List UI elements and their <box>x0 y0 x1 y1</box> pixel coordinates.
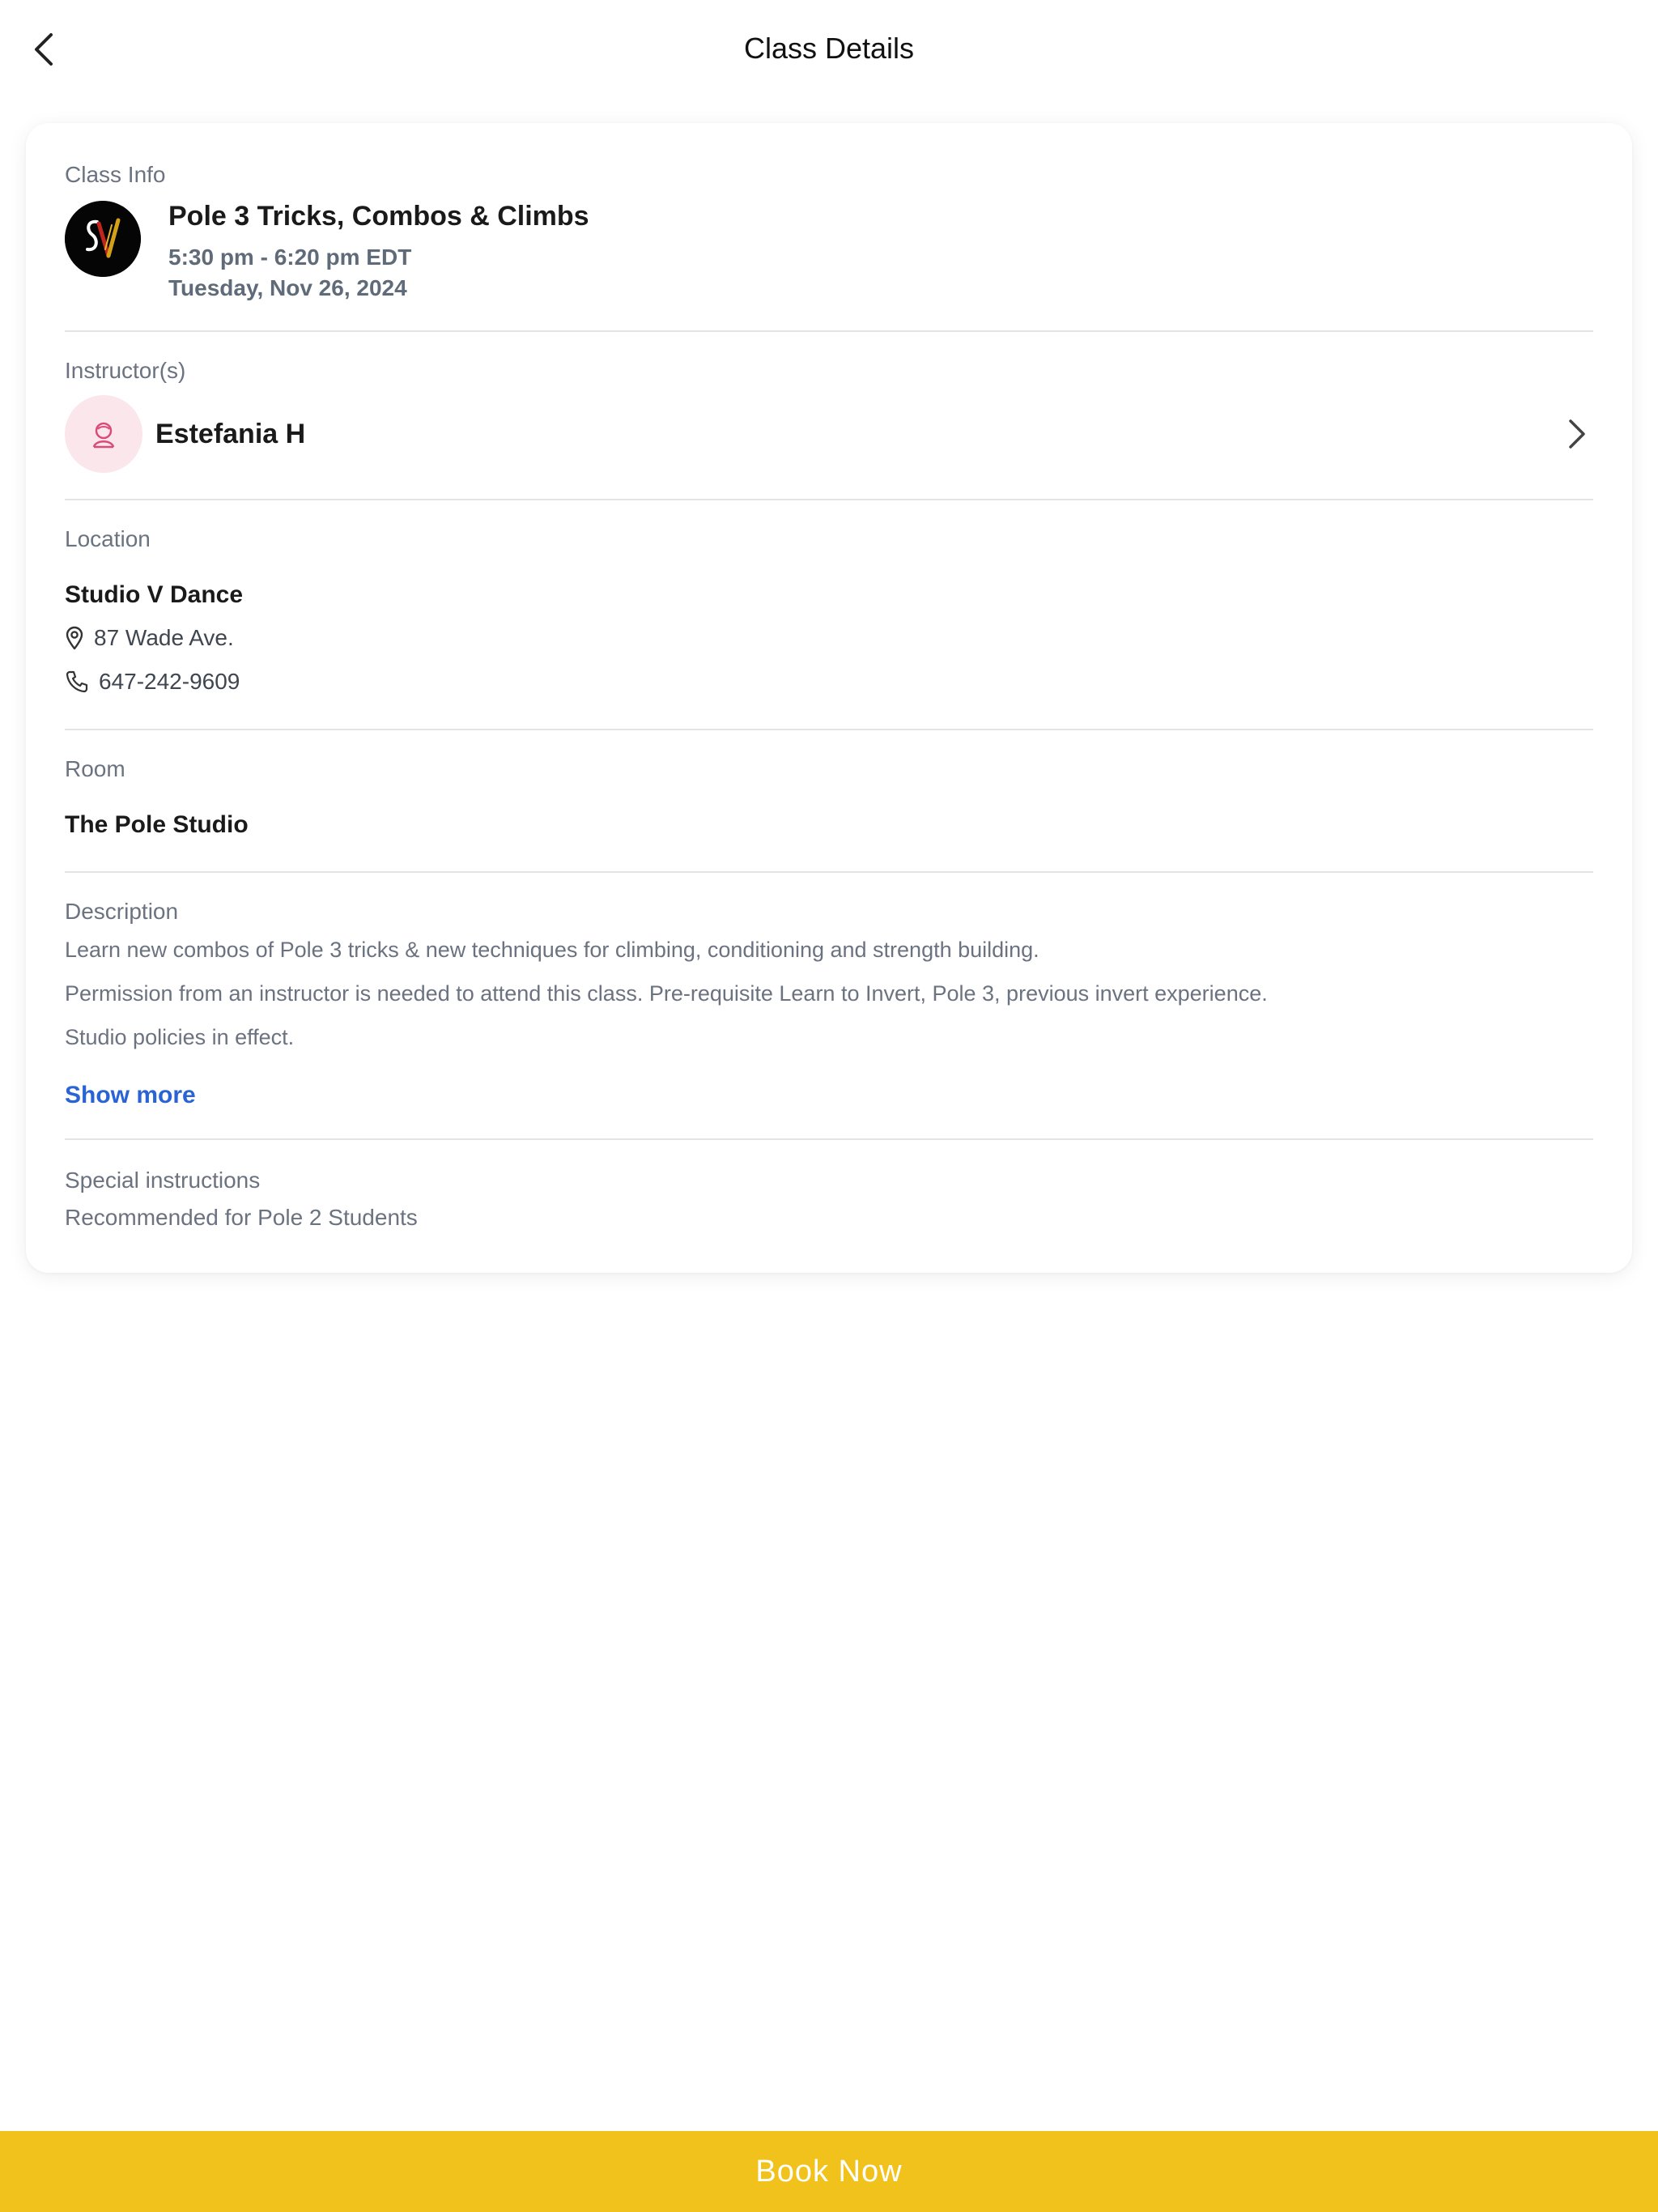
top-bar: Class Details <box>0 0 1658 97</box>
class-date: Tuesday, Nov 26, 2024 <box>168 275 407 300</box>
book-now-button[interactable]: Book Now <box>0 2131 1658 2212</box>
address-row[interactable]: 87 Wade Ave. <box>65 625 234 651</box>
location-name: Studio V Dance <box>65 581 244 608</box>
description-paragraph: Learn new combos of Pole 3 tricks & new … <box>65 938 1039 962</box>
class-time: 5:30 pm - 6:20 pm EDT <box>168 245 412 270</box>
room-name: The Pole Studio <box>65 811 249 838</box>
divider <box>65 871 1593 873</box>
chevron-right-icon <box>1561 418 1593 450</box>
show-more-link[interactable]: Show more <box>65 1082 196 1109</box>
divider <box>65 499 1593 500</box>
instructor-row[interactable]: Estefania H <box>65 395 1593 473</box>
divider <box>65 330 1593 332</box>
instructor-name: Estefania H <box>155 418 306 449</box>
class-info-label: Class Info <box>65 162 166 187</box>
class-details-card: Class Info Pole 3 Tricks, Combos & Climb… <box>26 123 1632 1273</box>
location-label: Location <box>65 526 151 551</box>
class-details-screen: Class Details Class Info Pole 3 Tricks, … <box>0 0 1658 2212</box>
chevron-left-icon <box>35 33 53 66</box>
phone-row[interactable]: 647-242-9609 <box>65 669 240 695</box>
instructor-label: Instructor(s) <box>65 358 186 383</box>
special-instructions-label: Special instructions <box>65 1168 261 1193</box>
person-icon <box>92 422 115 449</box>
location-phone: 647-242-9609 <box>99 669 240 694</box>
class-title: Pole 3 Tricks, Combos & Climbs <box>168 201 589 232</box>
description-label: Description <box>65 899 179 924</box>
divider <box>65 1138 1593 1140</box>
special-instructions-text: Recommended for Pole 2 Students <box>65 1205 418 1230</box>
location-address: 87 Wade Ave. <box>94 625 234 650</box>
description-paragraph: Permission from an instructor is needed … <box>65 981 1268 1006</box>
divider <box>65 729 1593 730</box>
room-label: Room <box>65 756 125 781</box>
avatar <box>65 395 142 473</box>
map-pin-icon <box>66 626 83 650</box>
page-title: Class Details <box>743 32 915 65</box>
studio-logo <box>65 201 141 277</box>
studio-logo-icon <box>65 201 141 277</box>
phone-icon <box>66 670 88 693</box>
book-now-label: Book Now <box>755 2154 903 2189</box>
back-button[interactable] <box>16 21 73 78</box>
description-paragraph: Studio policies in effect. <box>65 1025 295 1049</box>
